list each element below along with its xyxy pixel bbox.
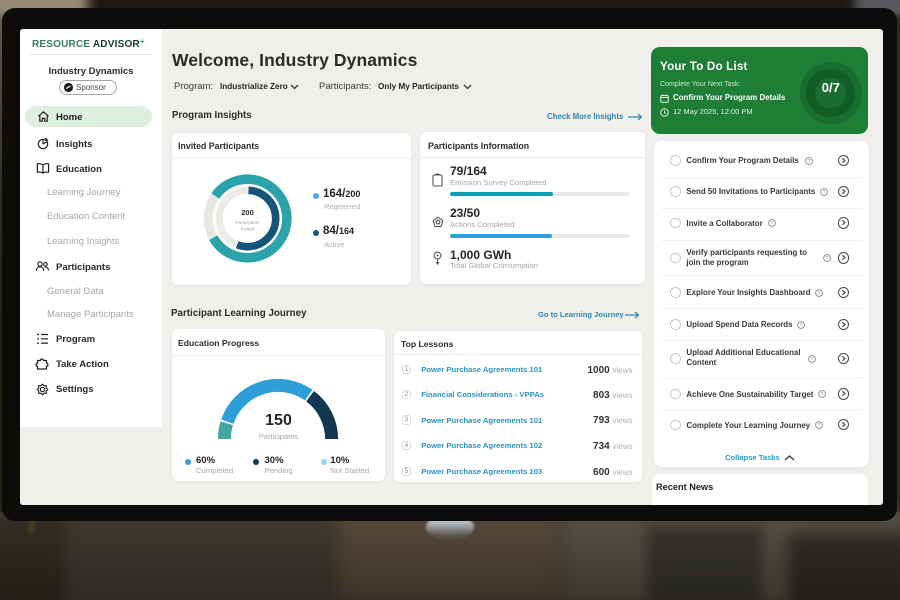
svg-text:?: ? bbox=[820, 392, 823, 398]
svg-text:?: ? bbox=[823, 190, 826, 196]
svg-text:?: ? bbox=[807, 159, 810, 165]
svg-text:Participants: Participants bbox=[235, 220, 260, 225]
svg-text:?: ? bbox=[770, 221, 773, 227]
svg-text:?: ? bbox=[817, 291, 820, 297]
svg-text:?: ? bbox=[818, 423, 821, 429]
svg-text:Invited: Invited bbox=[241, 227, 255, 232]
svg-text:?: ? bbox=[811, 357, 814, 363]
svg-text:200: 200 bbox=[241, 208, 254, 217]
svg-text:?: ? bbox=[799, 323, 802, 329]
svg-text:?: ? bbox=[825, 256, 828, 262]
